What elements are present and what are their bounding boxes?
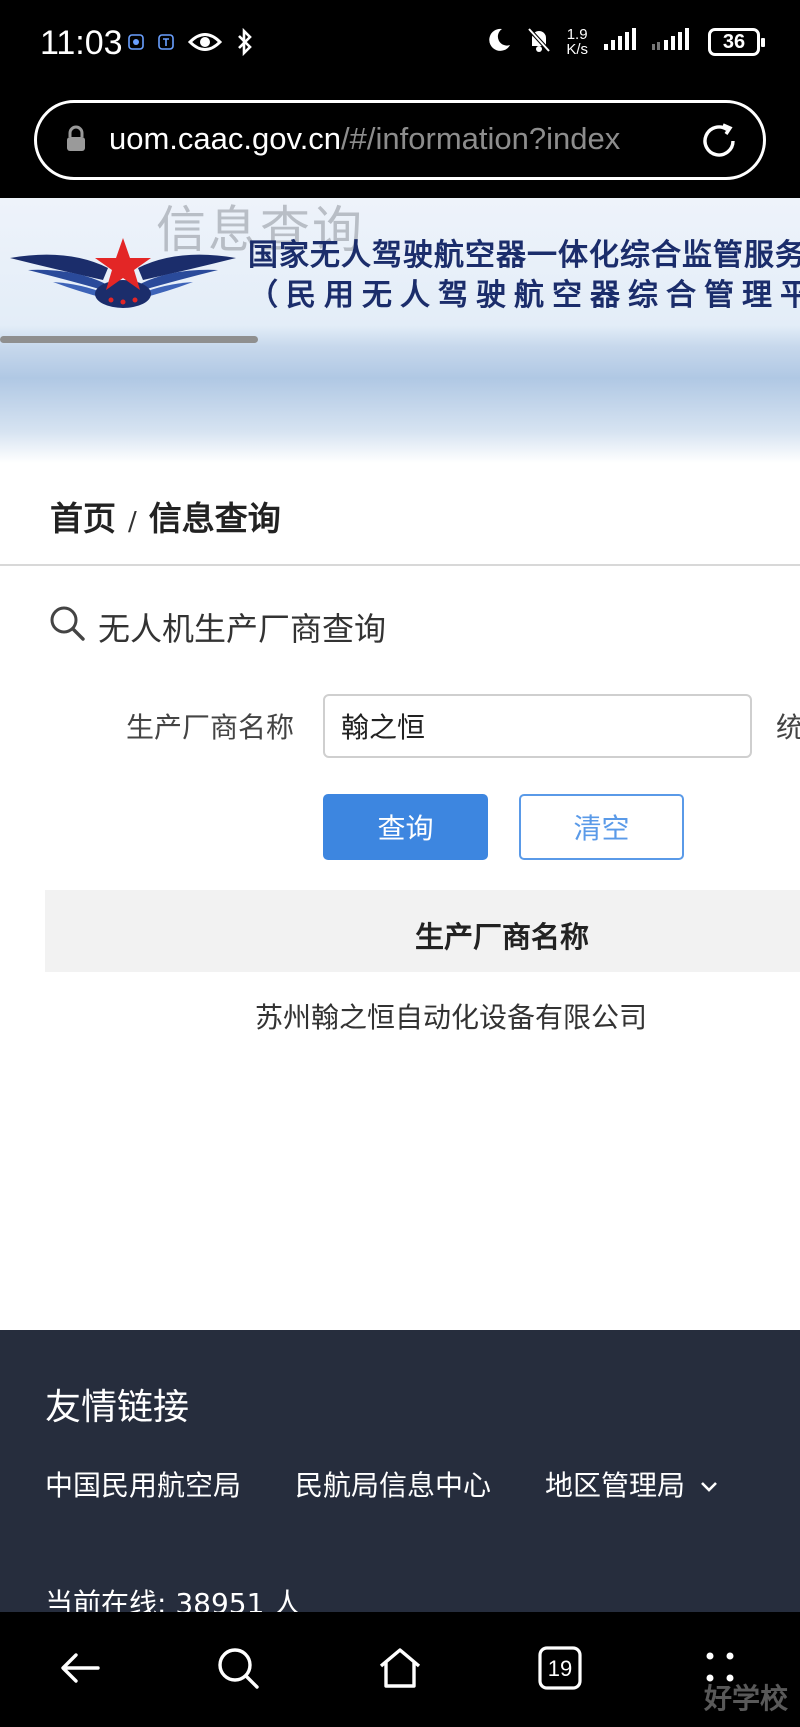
back-icon[interactable] xyxy=(56,1644,104,1696)
address-bar[interactable]: uom.caac.gov.cn/#/information?index xyxy=(34,100,766,180)
tabs-count: 19 xyxy=(548,1656,572,1681)
horizontal-scrollbar[interactable] xyxy=(0,336,258,343)
online-count: 当前在线: 38951 人 xyxy=(45,1587,302,1612)
bell-off-icon xyxy=(526,26,552,58)
eye-icon xyxy=(187,31,223,57)
battery-icon: 36 xyxy=(708,28,765,56)
status-right-icons: 1.9 K/s 36 xyxy=(486,26,765,58)
query-button[interactable]: 查询 xyxy=(323,794,488,860)
credit-code-label: 统 xyxy=(776,711,800,744)
reload-icon[interactable] xyxy=(697,119,741,167)
section-title: 无人机生产厂商查询 xyxy=(48,604,386,650)
platform-subtitle: （民用无人驾驶航空器综合管理平 xyxy=(248,278,800,313)
footer-title: 友情链接 xyxy=(45,1387,190,1428)
status-bar: 11:03 1.9 K/s 36 xyxy=(0,0,800,92)
moon-icon xyxy=(486,27,512,57)
signal-icon xyxy=(650,28,694,56)
table-row[interactable]: 苏州翰之恒自动化设备有限公司 xyxy=(255,996,647,1036)
manufacturer-label: 生产厂商名称 xyxy=(126,711,295,744)
tabs-icon[interactable]: 19 xyxy=(536,1644,584,1696)
link-regional-bureau-dropdown[interactable]: 地区管理局 xyxy=(545,1464,719,1504)
link-caac-info-center[interactable]: 民航局信息中心 xyxy=(295,1464,491,1504)
bluetooth-icon xyxy=(236,27,254,60)
url-path: /#/information?index xyxy=(341,121,621,156)
app-icon xyxy=(128,34,144,54)
manufacturer-input[interactable] xyxy=(323,694,752,758)
column-header-manufacturer: 生产厂商名称 xyxy=(415,920,590,954)
screen: 11:03 1.9 K/s 36 uom.caac.gov.cn/#/infor… xyxy=(0,0,800,1727)
chevron-down-icon xyxy=(699,1468,719,1501)
lock-icon xyxy=(65,125,87,157)
app-icon-t xyxy=(158,34,174,54)
link-regional-bureau: 地区管理局 xyxy=(545,1469,686,1502)
search-icon[interactable] xyxy=(214,1644,262,1696)
clear-button[interactable]: 清空 xyxy=(519,794,684,860)
divider xyxy=(0,564,800,566)
search-icon xyxy=(48,604,86,650)
signal-icon xyxy=(602,28,636,56)
browser-toolbar: uom.caac.gov.cn/#/information?index xyxy=(0,92,800,198)
link-caac[interactable]: 中国民用航空局 xyxy=(45,1464,241,1504)
status-time: 11:03 xyxy=(40,24,123,62)
url-host: uom.caac.gov.cn xyxy=(109,121,342,156)
breadcrumb-current: 信息查询 xyxy=(148,499,281,538)
caac-wings-logo-icon xyxy=(8,228,238,322)
table-header: 生产厂商名称 xyxy=(45,890,800,972)
section-title-text: 无人机生产厂商查询 xyxy=(98,610,387,648)
status-left-icons xyxy=(128,27,254,60)
breadcrumb: 首页 / 信息查询 xyxy=(50,492,281,540)
footer-links: 中国民用航空局 民航局信息中心 地区管理局 xyxy=(45,1464,719,1504)
breadcrumb-home[interactable]: 首页 xyxy=(50,499,116,538)
platform-title: 国家无人驾驶航空器一体化综合监管服务 xyxy=(248,238,800,273)
breadcrumb-separator: / xyxy=(128,507,137,537)
net-speed: 1.9 K/s xyxy=(566,26,588,58)
url-text[interactable]: uom.caac.gov.cn/#/information?index xyxy=(109,121,709,157)
watermark-text: 好学校 xyxy=(703,1682,788,1715)
footer: 友情链接 中国民用航空局 民航局信息中心 地区管理局 当前在线: 38951 人 xyxy=(0,1330,800,1612)
system-nav-bar: 19 好学校 xyxy=(0,1612,800,1727)
home-icon[interactable] xyxy=(376,1644,424,1696)
site-header-banner: 信息查询 国家无人驾驶航空器一体化综合监管服务 （民用无人驾驶航空器综合管理平 xyxy=(0,198,800,463)
